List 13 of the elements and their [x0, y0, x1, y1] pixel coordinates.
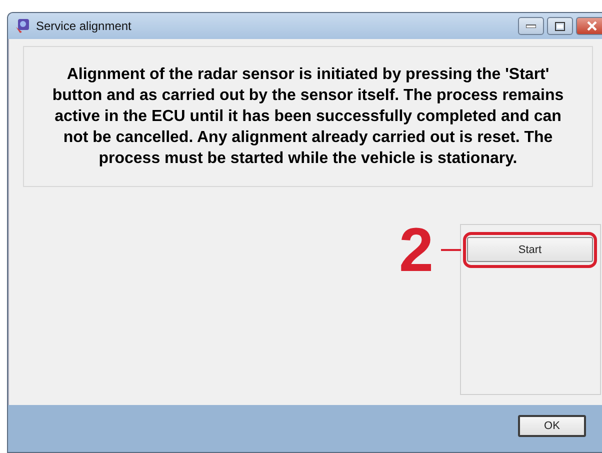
maximize-button[interactable]: [547, 17, 573, 35]
close-button[interactable]: [576, 17, 602, 35]
minimize-button[interactable]: [518, 17, 544, 35]
callout-number: 2: [399, 220, 434, 282]
leader-line: [441, 249, 461, 251]
instruction-text: Alignment of the radar sensor is initiated by pressing the 'Start' button and as carried out by the sensor itself. The process remains active in the ECU until it has been successfully completed and can not be cancelled. Any alignment already carried out is reset. The process must be started while the vehicle is stationary.: [23, 46, 593, 187]
start-button[interactable]: Start: [467, 237, 593, 262]
ok-button[interactable]: OK: [518, 415, 586, 437]
window-title: Service alignment: [36, 19, 132, 33]
app-icon: [14, 18, 32, 34]
maximize-icon: [555, 22, 565, 30]
close-icon: [587, 21, 597, 31]
minimize-icon: [526, 24, 536, 28]
